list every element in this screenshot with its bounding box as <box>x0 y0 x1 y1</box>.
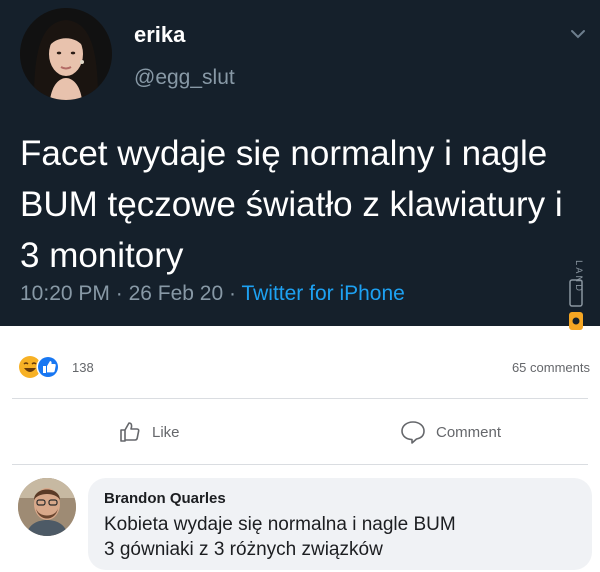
tweet-meta: 10:20 PM · 26 Feb 20 · Twitter for iPhon… <box>20 282 405 306</box>
divider <box>12 464 588 465</box>
comment-label: Comment <box>436 423 502 441</box>
like-label: Like <box>152 423 180 441</box>
author-handle[interactable]: @egg_slut <box>134 66 235 90</box>
comment-button[interactable]: Comment <box>400 420 501 444</box>
author-avatar[interactable] <box>20 8 112 100</box>
comments-count[interactable]: 65 comments <box>512 360 590 375</box>
tweet-source[interactable]: Twitter for iPhone <box>241 282 404 305</box>
chevron-down-icon[interactable] <box>568 24 588 44</box>
author-name[interactable]: erika <box>134 22 185 48</box>
reaction-count[interactable]: 138 <box>72 360 94 375</box>
comment-icon <box>401 421 425 444</box>
reactions-summary[interactable]: 138 <box>18 354 94 380</box>
comment-author[interactable]: Brandon Quarles <box>104 490 576 508</box>
reaction-icons <box>18 354 64 380</box>
tweet-text: Facet wydaje się normalny i nagle BUM tę… <box>20 134 563 275</box>
comment-line: 3 gówniaki z 3 różnych związków <box>104 539 383 560</box>
comment-bubble: Brandon Quarles Kobieta wydaje się norma… <box>88 478 592 570</box>
tweet-time[interactable]: 10:20 PM <box>20 282 110 305</box>
comment-text: Kobieta wydaje się normalna i nagle BUM … <box>104 512 576 562</box>
watermark: LAND <box>563 232 589 334</box>
like-button[interactable]: Like <box>118 420 180 444</box>
divider <box>12 398 588 399</box>
meta-separator: · <box>223 282 242 305</box>
comment-line: Kobieta wydaje się normalna i nagle BUM <box>104 514 456 535</box>
commenter-avatar[interactable] <box>18 478 76 536</box>
meta-separator: · <box>109 282 129 305</box>
tweet-date[interactable]: 26 Feb 20 <box>129 282 224 305</box>
thumbs-up-icon <box>120 422 140 442</box>
tweet-card: erika @egg_slut Facet wydaje się normaln… <box>0 0 600 330</box>
